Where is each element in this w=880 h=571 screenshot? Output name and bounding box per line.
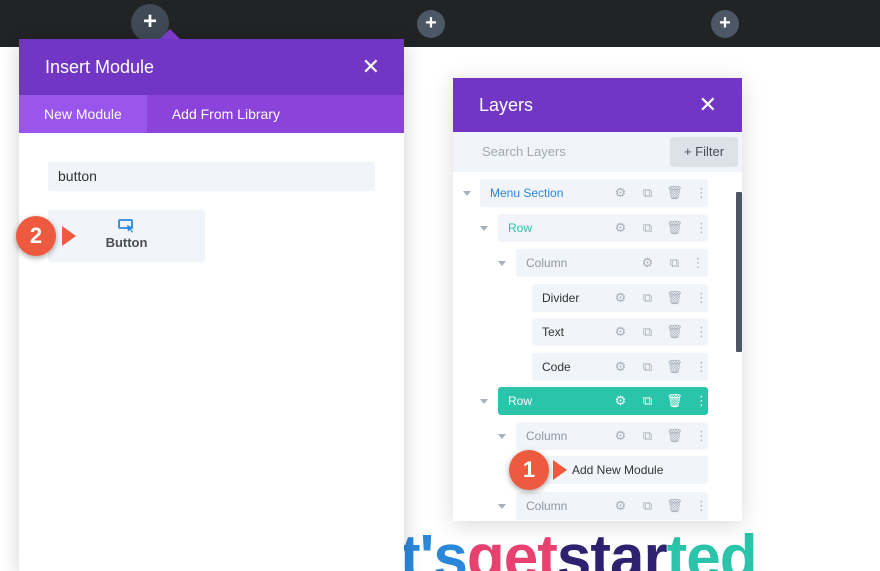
gear-icon[interactable]: ⚙ (607, 318, 634, 346)
filter-button[interactable]: + Filter (670, 137, 738, 167)
layer-actions: ⚙ ⧉ 🗑 ⋮ (607, 492, 715, 520)
page-headline: t's get started (400, 520, 880, 571)
trash-icon[interactable]: 🗑 (661, 179, 688, 207)
insert-module-tabs: New Module Add From Library (19, 95, 404, 133)
add-section-button[interactable]: + (417, 10, 445, 38)
badge-pointer (62, 226, 76, 246)
step-badge-1: 1 (509, 450, 549, 490)
layer-module-divider[interactable]: Divider ⚙ ⧉ 🗑 ⋮ (532, 284, 708, 312)
collapse-caret-icon[interactable] (498, 434, 506, 439)
more-icon[interactable]: ⋮ (688, 318, 715, 346)
trash-icon[interactable]: 🗑 (661, 284, 688, 312)
layer-label: Column (526, 499, 568, 513)
duplicate-icon[interactable]: ⧉ (634, 318, 661, 346)
layers-header: Layers ✕ (453, 78, 742, 132)
more-icon[interactable]: ⋮ (688, 492, 715, 520)
layer-label: Divider (542, 291, 580, 305)
add-section-button[interactable]: + (711, 10, 739, 38)
layers-search-input[interactable]: Search Layers (482, 132, 566, 172)
layer-column[interactable]: Column ⚙ ⧉ 🗑 ⋮ (516, 422, 708, 450)
layer-actions: ⚙ ⧉ 🗑 ⋮ (607, 284, 715, 312)
layer-row[interactable]: Row ⚙ ⧉ 🗑 ⋮ (498, 214, 708, 242)
more-icon[interactable]: ⋮ (688, 214, 715, 242)
layer-actions: ⚙ ⧉ 🗑 ⋮ (607, 422, 715, 450)
collapse-caret-icon[interactable] (498, 504, 506, 509)
gear-icon[interactable]: ⚙ (607, 284, 634, 312)
layer-actions: ⚙ ⧉ 🗑 ⋮ (607, 353, 715, 381)
close-icon[interactable]: ✕ (362, 39, 380, 95)
layer-label: Code (542, 360, 571, 374)
layer-label: Text (542, 325, 565, 339)
layer-label: Column (526, 429, 568, 443)
headline-part: ted (666, 523, 758, 571)
trash-icon[interactable]: 🗑 (661, 214, 688, 242)
gear-icon[interactable]: ⚙ (607, 422, 634, 450)
more-icon[interactable]: ⋮ (688, 353, 715, 381)
cursor-click-icon (117, 219, 134, 233)
trash-icon[interactable]: 🗑 (661, 492, 688, 520)
layer-menu-section[interactable]: Menu Section ⚙ ⧉ 🗑 ⋮ (480, 179, 708, 207)
more-icon[interactable]: ⋮ (688, 249, 708, 277)
layers-title: Layers (479, 95, 534, 115)
layer-label: Row (508, 394, 533, 408)
trash-icon[interactable]: 🗑 (661, 422, 688, 450)
collapse-caret-icon[interactable] (498, 261, 506, 266)
gear-icon[interactable]: ⚙ (607, 179, 634, 207)
duplicate-icon[interactable]: ⧉ (634, 387, 661, 415)
layer-column[interactable]: Column ⚙ ⧉ 🗑 ⋮ (516, 492, 708, 520)
layers-search-bar: Search Layers + Filter (453, 132, 742, 172)
trash-icon[interactable]: 🗑 (661, 353, 688, 381)
trash-icon[interactable]: 🗑 (661, 387, 688, 415)
layer-module-code[interactable]: Code ⚙ ⧉ 🗑 ⋮ (532, 353, 708, 381)
duplicate-icon[interactable]: ⧉ (634, 422, 661, 450)
layer-actions: ⚙ ⧉ 🗑 ⋮ (607, 387, 715, 415)
layer-label: Add New Module (572, 463, 664, 477)
tab-new-module[interactable]: New Module (19, 95, 147, 133)
duplicate-icon[interactable]: ⧉ (634, 284, 661, 312)
gear-icon[interactable]: ⚙ (607, 492, 634, 520)
layer-label: Menu Section (490, 186, 564, 200)
collapse-caret-icon[interactable] (480, 399, 488, 404)
layers-scrollbar[interactable] (736, 192, 742, 352)
gear-icon[interactable]: ⚙ (607, 214, 634, 242)
layers-panel: Layers ✕ Search Layers + Filter Menu Sec… (453, 78, 742, 521)
more-icon[interactable]: ⋮ (688, 387, 715, 415)
duplicate-icon[interactable]: ⧉ (634, 179, 661, 207)
duplicate-icon[interactable]: ⧉ (634, 492, 661, 520)
collapse-caret-icon[interactable] (480, 226, 488, 231)
collapse-caret-icon[interactable] (463, 191, 471, 196)
badge-pointer (553, 460, 567, 480)
gear-icon[interactable]: ⚙ (607, 387, 634, 415)
layer-row-active[interactable]: Row ⚙ ⧉ 🗑 ⋮ (498, 387, 708, 415)
gear-icon[interactable]: ⚙ (634, 249, 661, 277)
layer-label: Column (526, 256, 568, 270)
layer-actions: ⚙ ⧉ 🗑 ⋮ (607, 214, 715, 242)
more-icon[interactable]: ⋮ (688, 284, 715, 312)
duplicate-icon[interactable]: ⧉ (634, 214, 661, 242)
layer-label: Row (508, 221, 533, 235)
duplicate-icon[interactable]: ⧉ (634, 353, 661, 381)
headline-part: get (466, 523, 558, 571)
insert-module-panel: Insert Module ✕ New Module Add From Libr… (19, 29, 404, 571)
tab-add-from-library[interactable]: Add From Library (147, 95, 305, 133)
step-badge-2: 2 (16, 216, 56, 256)
layer-module-text[interactable]: Text ⚙ ⧉ 🗑 ⋮ (532, 318, 708, 346)
headline-part: star (556, 523, 668, 571)
layer-actions: ⚙ ⧉ ⋮ (634, 249, 708, 277)
layer-actions: ⚙ ⧉ 🗑 ⋮ (607, 318, 715, 346)
insert-module-title: Insert Module (45, 57, 155, 77)
gear-icon[interactable]: ⚙ (607, 353, 634, 381)
module-search-input[interactable]: button (48, 162, 375, 191)
layer-actions: ⚙ ⧉ 🗑 ⋮ (607, 179, 715, 207)
layer-column[interactable]: Column ⚙ ⧉ ⋮ (516, 249, 708, 277)
insert-module-header: Insert Module ✕ (19, 39, 404, 95)
close-icon[interactable]: ✕ (699, 78, 717, 132)
trash-icon[interactable]: 🗑 (661, 318, 688, 346)
more-icon[interactable]: ⋮ (688, 179, 715, 207)
duplicate-icon[interactable]: ⧉ (661, 249, 688, 277)
more-icon[interactable]: ⋮ (688, 422, 715, 450)
headline-part: t's (400, 523, 468, 571)
